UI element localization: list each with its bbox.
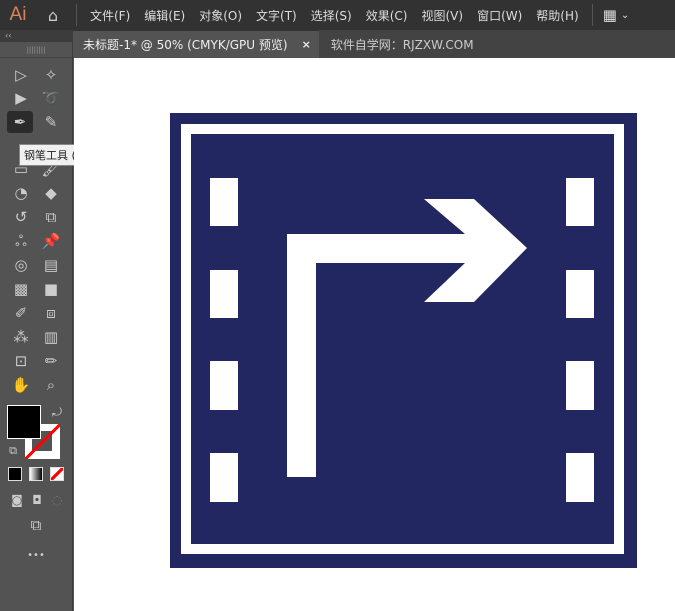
right-dash: [566, 270, 594, 318]
right-dash: [566, 361, 594, 410]
right-dash: [566, 453, 594, 502]
right-dash: [566, 178, 594, 226]
left-dash: [210, 453, 238, 502]
left-dash: [210, 361, 238, 410]
left-dash: [210, 270, 238, 318]
left-dash: [210, 178, 238, 226]
road-sign-artwork[interactable]: [0, 0, 675, 611]
